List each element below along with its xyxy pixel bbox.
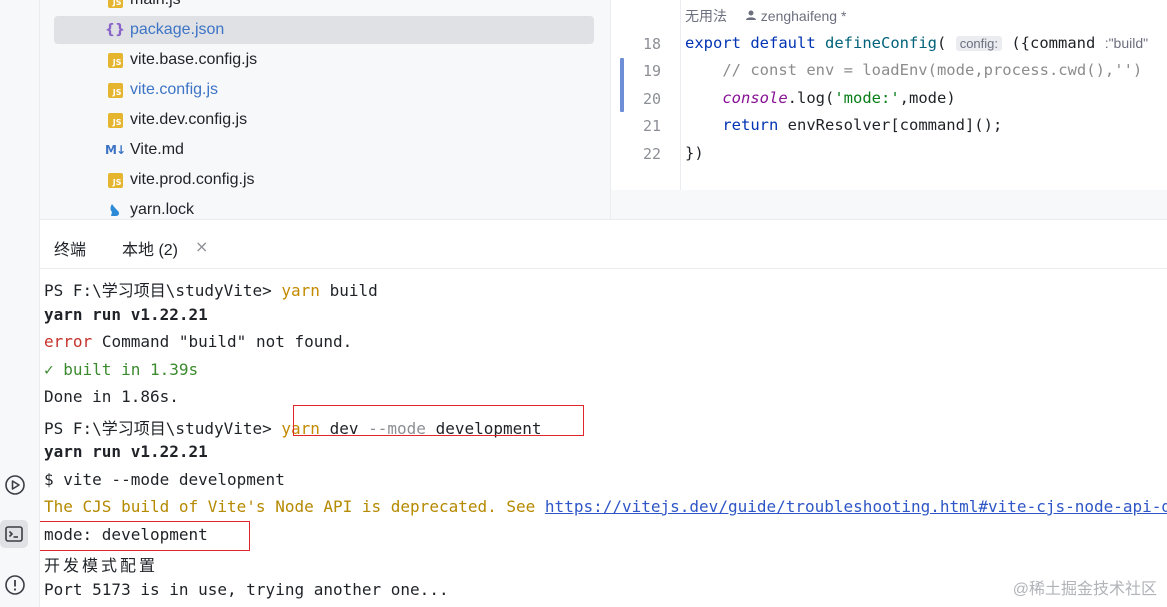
editor-bottom-area	[611, 190, 1167, 219]
line-number: 22	[642, 145, 661, 163]
code-line-18: export default defineConfig( config: ({c…	[685, 34, 1149, 52]
terminal-output[interactable]: PS F:\学习项目\studyVite> yarn build yarn ru…	[40, 270, 1167, 607]
tree-item-label: package.json	[130, 21, 225, 38]
tree-item-vite-config[interactable]: JS vite.config.js	[54, 76, 594, 104]
code-line-21: return envResolver[command]();	[722, 116, 1003, 134]
line-number: 19	[642, 62, 661, 80]
highlight-box-mode	[40, 521, 250, 551]
terminal-line: yarn run v1.22.21	[44, 305, 208, 324]
terminal-line: $ vite --mode development	[44, 470, 285, 489]
line-number: 18	[642, 35, 661, 53]
problems-icon[interactable]	[3, 573, 27, 597]
terminal-line: PS F:\学习项目\studyVite> yarn build	[44, 281, 378, 300]
markdown-file-icon: M↓	[105, 143, 126, 157]
author-hint[interactable]: zenghaifeng *	[745, 8, 846, 24]
tree-item-package-json[interactable]: {} package.json	[54, 16, 594, 44]
terminal-line: error Command "build" not found.	[44, 332, 353, 351]
person-icon	[745, 10, 756, 20]
code-vision-hint[interactable]: 无用法 zenghaifeng *	[685, 6, 846, 26]
code-line-20: console.log('mode:',mode)	[722, 89, 956, 107]
js-file-icon: JS	[106, 111, 124, 129]
line-number: 21	[642, 117, 661, 135]
tree-item-vite-prod-config[interactable]: JS vite.prod.config.js	[54, 166, 594, 194]
js-file-icon: JS	[106, 81, 124, 99]
type-hint: :"build"	[1104, 35, 1149, 51]
line-number: 20	[642, 90, 661, 108]
watermark: @稀土掘金技术社区	[1012, 581, 1157, 598]
terminal-icon[interactable]	[0, 520, 28, 548]
tree-item-label: main.js	[130, 0, 181, 9]
tree-item-main-js[interactable]: JS main.js	[54, 0, 594, 14]
yarn-lock-icon	[106, 201, 124, 219]
tree-item-label: Vite.md	[130, 141, 184, 158]
js-file-icon: JS	[106, 0, 124, 9]
tree-item-label: vite.base.config.js	[130, 51, 258, 68]
terminal-line: 开发模式配置	[44, 556, 159, 575]
code-line-19: // const env = loadEnv(mode,process.cwd(…	[722, 61, 1143, 79]
run-icon[interactable]	[3, 473, 27, 497]
terminal-line: Done in 1.86s.	[44, 387, 179, 406]
terminal-line: Port 5173 is in use, trying another one.…	[44, 580, 449, 599]
js-file-icon: JS	[106, 51, 124, 69]
project-tree: JS main.js {} package.json JS vite.base.…	[40, 0, 610, 219]
terminal-title: 终端	[54, 242, 87, 259]
highlight-box-command	[293, 405, 584, 436]
tree-item-vite-dev-config[interactable]: JS vite.dev.config.js	[54, 106, 594, 134]
tree-item-label: vite.dev.config.js	[130, 111, 248, 128]
tree-item-label: yarn.lock	[130, 201, 195, 218]
terminal-line: The CJS build of Vite's Node API is depr…	[44, 497, 1167, 516]
terminal-line: yarn run v1.22.21	[44, 442, 208, 461]
js-file-icon: JS	[106, 171, 124, 189]
code-editor[interactable]: 18 19 20 21 22 无用法 zenghaifeng * export …	[610, 0, 1167, 219]
tree-item-vite-base-config[interactable]: JS vite.base.config.js	[54, 46, 594, 74]
code-line-22: })	[685, 144, 704, 162]
parameter-hint: config:	[955, 36, 1002, 51]
json-file-icon: {}	[105, 22, 125, 38]
editor-gutter: 18 19 20 21 22	[611, 0, 681, 190]
tree-item-yarn-lock[interactable]: yarn.lock	[54, 196, 594, 219]
tree-item-vite-md[interactable]: M↓ Vite.md	[54, 136, 594, 164]
terminal-tab-bar: 终端 本地 (2) ×	[40, 219, 1167, 269]
vcs-change-marker	[620, 58, 624, 112]
usages-hint: 无用法	[685, 8, 727, 24]
tree-item-label: vite.config.js	[130, 81, 219, 98]
tree-item-label: vite.prod.config.js	[130, 171, 255, 188]
troubleshooting-link[interactable]: https://vitejs.dev/guide/troubleshooting…	[545, 497, 1167, 516]
close-icon[interactable]: ×	[195, 237, 208, 256]
tool-window-strip	[0, 0, 40, 607]
terminal-line: ✓ built in 1.39s	[44, 360, 199, 379]
tab-local-2[interactable]: 本地 (2)	[122, 236, 178, 260]
